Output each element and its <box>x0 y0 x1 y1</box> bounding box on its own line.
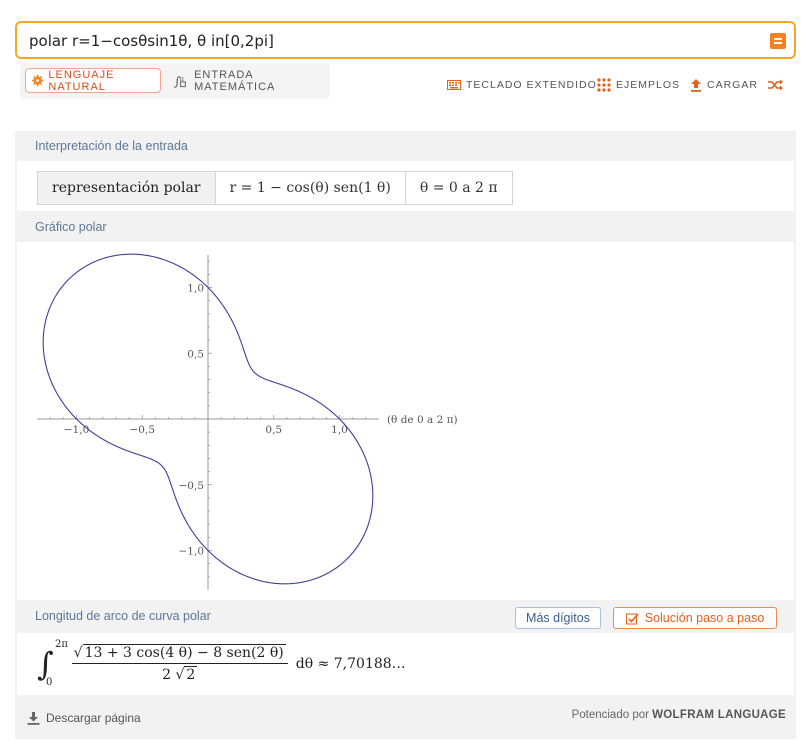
more-digits-button[interactable]: Más dígitos <box>515 607 601 629</box>
shuffle-icon <box>768 79 783 91</box>
powered-brand: WOLFRAM LANGUAGE <box>652 709 786 721</box>
polar-plot-title: Gráfico polar <box>35 220 107 234</box>
step-by-step-button[interactable]: Solución paso a paso <box>613 607 777 629</box>
upload-button[interactable]: CARGAR <box>690 77 758 93</box>
interpretation-table: representación polar r = 1 − cos(θ) sen(… <box>37 171 513 205</box>
integral-lower-limit: 0 <box>46 677 53 688</box>
math-input-icon: ∫π <box>174 74 186 88</box>
x-tick-label: −1,0 <box>64 424 90 436</box>
y-tick-label: 0,5 <box>187 348 204 360</box>
extended-keyboard-button[interactable]: TECLADO EXTENDIDO <box>447 77 597 93</box>
interpretation-cell-range: θ = 0 a 2 π <box>419 180 498 196</box>
integral-upper-limit: 2π <box>55 639 68 650</box>
gear-icon <box>32 74 44 87</box>
polar-plot-pod[interactable]: −1,0 −0,5 0,5 1,0 1,0 0,5 −0,5 −1,0 (θ de 0 a 2 … <box>17 242 794 600</box>
powered-by: Potenciado por WOLFRAM LANGUAGE <box>572 709 786 721</box>
upload-label: CARGAR <box>707 79 758 91</box>
input-mode-toggle: LENGUAJE NATURAL ∫ π ENTRADA MATEMÁTICA <box>20 63 330 99</box>
random-button[interactable] <box>768 77 788 93</box>
grid-dots-icon <box>597 78 611 92</box>
x-tick-label: 0,5 <box>265 424 282 436</box>
axis-note: (θ de 0 a 2 π) <box>387 414 458 426</box>
arclength-formula: ∫ 2π 0 √ 13 + 3 cos(4 θ) − 8 sen(2 θ) 2 √ 2 … <box>37 639 406 688</box>
powered-prefix: Potenciado por <box>571 709 649 721</box>
interpretation-cell-type: representación polar <box>38 172 216 204</box>
x-tick-label: −0,5 <box>130 424 156 436</box>
interpretation-cell-equation: r = 1 − cos(θ) sen(1 θ) <box>216 172 406 204</box>
integrand-denominator: 2 √ 2 <box>162 666 198 683</box>
step-by-step-label: Solución paso a paso <box>644 611 765 625</box>
arclength-pod: ∫ 2π 0 √ 13 + 3 cos(4 θ) − 8 sen(2 θ) 2 √ 2 … <box>17 633 794 695</box>
natural-language-button[interactable]: LENGUAJE NATURAL <box>25 68 161 93</box>
math-input-label: ENTRADA MATEMÁTICA <box>194 68 276 93</box>
download-label: Descargar página <box>46 711 141 725</box>
natural-language-label: LENGUAJE NATURAL <box>48 68 115 93</box>
examples-label: EJEMPLOS <box>616 79 681 91</box>
integral-sign: ∫ 2π 0 <box>37 639 68 688</box>
integrand-numerator: √ 13 + 3 cos(4 θ) − 8 sen(2 θ) <box>71 644 288 664</box>
search-input[interactable]: polar r=1−cosθsin1θ, θ in[0,2pi] <box>15 21 796 59</box>
y-tick-label: −1,0 <box>179 546 205 558</box>
interpretation-pod: representación polar r = 1 − cos(θ) sen(… <box>17 161 794 211</box>
keyboard-label: TECLADO EXTENDIDO <box>466 79 597 91</box>
upload-icon <box>691 79 701 92</box>
polar-plot: −1,0 −0,5 0,5 1,01,00,5−0,5−1,0(θ de 0 a 2 … <box>37 253 458 590</box>
download-page-link[interactable]: Descargar página <box>27 711 141 725</box>
submit-icon[interactable] <box>770 33 786 49</box>
examples-button[interactable]: EJEMPLOS <box>597 77 680 93</box>
interpretation-title: Interpretación de la entrada <box>35 139 188 153</box>
download-icon <box>27 711 40 725</box>
search-query[interactable]: polar r=1−cosθsin1θ, θ in[0,2pi] <box>29 32 274 50</box>
y-tick-label: −0,5 <box>179 480 205 492</box>
checkbox-icon <box>625 612 639 624</box>
arclength-title: Longitud de arco de curva polar <box>35 609 211 623</box>
math-input-button[interactable]: ∫ π ENTRADA MATEMÁTICA <box>174 68 330 93</box>
results-panel: Interpretación de la entrada representac… <box>15 131 796 739</box>
arclength-result: dθ ≈ 7,70188… <box>295 656 406 672</box>
keyboard-icon <box>447 80 461 90</box>
y-tick-label: 1,0 <box>187 283 204 295</box>
integrand-fraction: √ 13 + 3 cos(4 θ) − 8 sen(2 θ) 2 √ 2 <box>71 644 288 683</box>
